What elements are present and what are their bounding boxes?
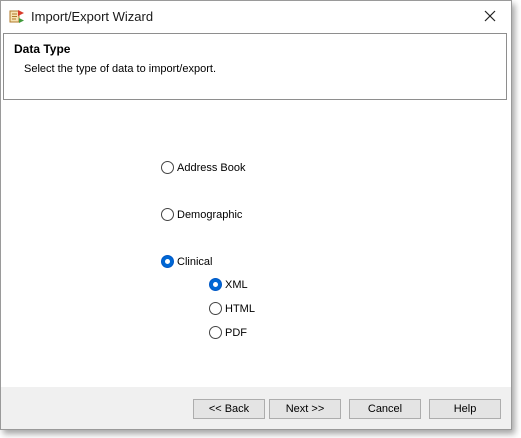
radio-circle-html bbox=[209, 302, 222, 315]
button-bar: << Back Next >> Cancel Help bbox=[1, 387, 511, 429]
radio-circle-address-book bbox=[161, 161, 174, 174]
window-title: Import/Export Wizard bbox=[31, 9, 154, 24]
title-bar: Import/Export Wizard bbox=[1, 1, 511, 32]
cancel-button[interactable]: Cancel bbox=[349, 399, 421, 419]
radio-demographic[interactable]: Demographic bbox=[161, 208, 242, 221]
wizard-app-icon bbox=[9, 8, 25, 24]
radio-label-pdf: PDF bbox=[225, 326, 247, 339]
radio-label-html: HTML bbox=[225, 302, 255, 315]
radio-label-xml: XML bbox=[225, 278, 248, 291]
page-subtitle: Select the type of data to import/export… bbox=[24, 63, 216, 75]
radio-html[interactable]: HTML bbox=[209, 302, 255, 315]
header-panel: Data Type Select the type of data to imp… bbox=[3, 33, 507, 100]
radio-label-demographic: Demographic bbox=[177, 208, 243, 221]
help-button[interactable]: Help bbox=[429, 399, 501, 419]
radio-xml[interactable]: XML bbox=[209, 278, 248, 291]
next-button[interactable]: Next >> bbox=[269, 399, 341, 419]
radio-address-book[interactable]: Address Book bbox=[161, 161, 245, 174]
back-button[interactable]: << Back bbox=[193, 399, 265, 419]
close-button[interactable] bbox=[481, 7, 499, 25]
radio-circle-xml bbox=[209, 278, 222, 291]
radio-pdf[interactable]: PDF bbox=[209, 326, 247, 339]
radio-circle-demographic bbox=[161, 208, 174, 221]
radio-circle-pdf bbox=[209, 326, 222, 339]
radio-clinical[interactable]: Clinical bbox=[161, 255, 212, 268]
radio-label-address-book: Address Book bbox=[177, 161, 246, 174]
close-icon bbox=[484, 10, 496, 22]
wizard-window: Import/Export Wizard Data Type Select th… bbox=[0, 0, 512, 430]
radio-circle-clinical bbox=[161, 255, 174, 268]
radio-label-clinical: Clinical bbox=[177, 255, 213, 268]
page-title: Data Type bbox=[14, 42, 71, 56]
